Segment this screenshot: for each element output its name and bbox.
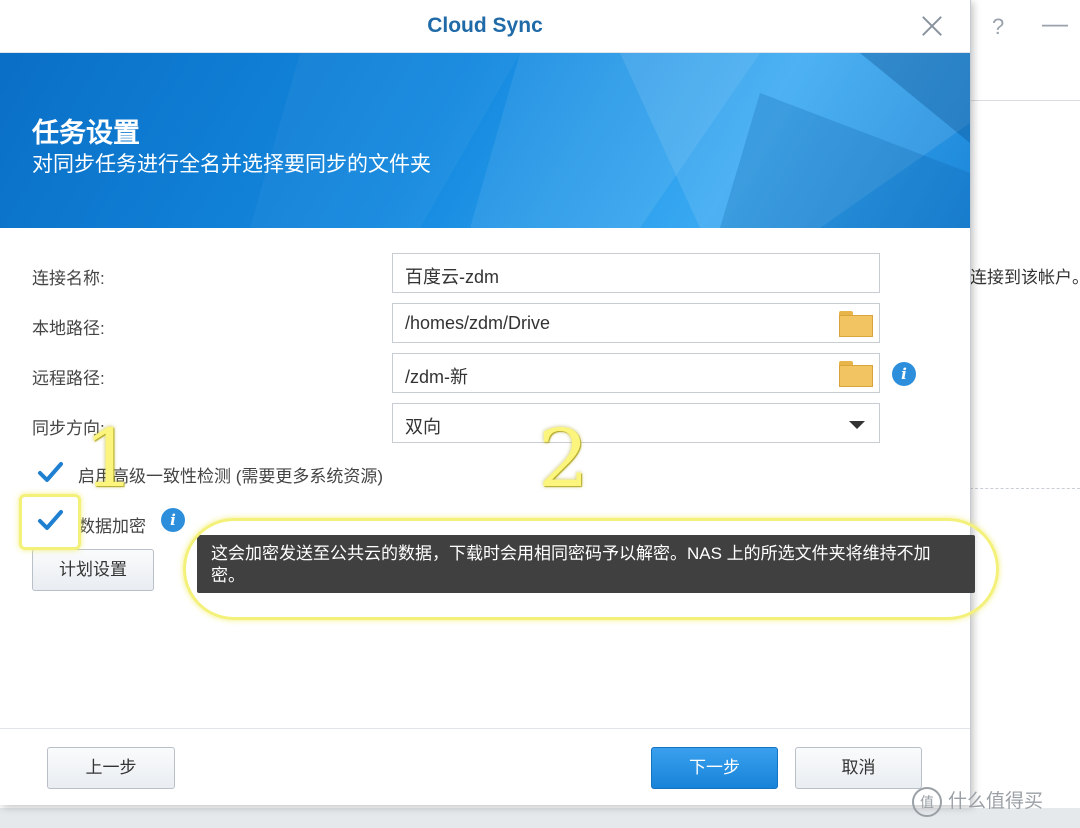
question-mark-icon[interactable]: ? bbox=[992, 14, 1004, 40]
remote-path-value: /zdm-新 bbox=[405, 367, 468, 387]
remote-path-label: 远程路径: bbox=[32, 369, 105, 388]
close-icon[interactable] bbox=[918, 12, 946, 40]
schedule-settings-button[interactable]: 计划设置 bbox=[32, 549, 154, 591]
back-button[interactable]: 上一步 bbox=[47, 747, 175, 789]
cancel-button[interactable]: 取消 bbox=[795, 747, 922, 789]
annotation-highlight-checkbox bbox=[19, 494, 81, 550]
advanced-consistency-checkbox[interactable] bbox=[36, 458, 64, 486]
local-path-value: /homes/zdm/Drive bbox=[405, 313, 551, 333]
folder-icon[interactable] bbox=[839, 361, 873, 387]
info-icon[interactable]: i bbox=[892, 362, 916, 386]
dialog-title: Cloud Sync bbox=[427, 14, 543, 37]
banner-subtitle: 对同步任务进行全名并选择要同步的文件夹 bbox=[32, 153, 431, 176]
sync-direction-select[interactable]: 双向 bbox=[392, 403, 880, 443]
annotation-marker-2: 2 bbox=[538, 412, 589, 505]
background-window: ? — 连接到该帐户。 bbox=[970, 0, 1080, 828]
cloud-sync-dialog: Cloud Sync 任务设置 对同步任务进行全名并选择要同步的文件夹 连接名称… bbox=[0, 0, 975, 805]
info-icon[interactable]: i bbox=[161, 508, 185, 532]
background-text: 连接到该帐户。 bbox=[970, 268, 1080, 287]
background-divider bbox=[970, 488, 1080, 489]
connection-name-field[interactable]: 百度云-zdm bbox=[392, 253, 880, 293]
sync-direction-value: 双向 bbox=[405, 417, 441, 437]
next-button[interactable]: 下一步 bbox=[651, 747, 778, 789]
data-encryption-label: 数据加密 bbox=[78, 517, 146, 536]
watermark: 值什么值得买 bbox=[912, 786, 1043, 817]
background-toolbar: ? — bbox=[970, 0, 1080, 101]
annotation-marker-1: 1 bbox=[84, 412, 135, 505]
local-path-field[interactable]: /homes/zdm/Drive bbox=[392, 303, 880, 343]
dialog-titlebar: Cloud Sync bbox=[0, 0, 970, 53]
watermark-text: 什么值得买 bbox=[948, 791, 1044, 812]
remote-path-field[interactable]: /zdm-新 bbox=[392, 353, 880, 393]
connection-name-label: 连接名称: bbox=[32, 269, 105, 288]
banner-title: 任务设置 bbox=[32, 118, 140, 148]
minimize-icon[interactable]: — bbox=[1042, 8, 1068, 39]
folder-icon[interactable] bbox=[839, 311, 873, 337]
annotation-highlight-tooltip bbox=[183, 518, 999, 620]
banner-decoration bbox=[250, 53, 970, 228]
banner: 任务设置 对同步任务进行全名并选择要同步的文件夹 bbox=[0, 53, 970, 228]
watermark-badge: 值 bbox=[912, 786, 942, 817]
local-path-label: 本地路径: bbox=[32, 319, 105, 338]
connection-name-value: 百度云-zdm bbox=[405, 267, 499, 287]
footer-divider bbox=[0, 728, 970, 729]
chevron-down-icon bbox=[849, 421, 865, 429]
